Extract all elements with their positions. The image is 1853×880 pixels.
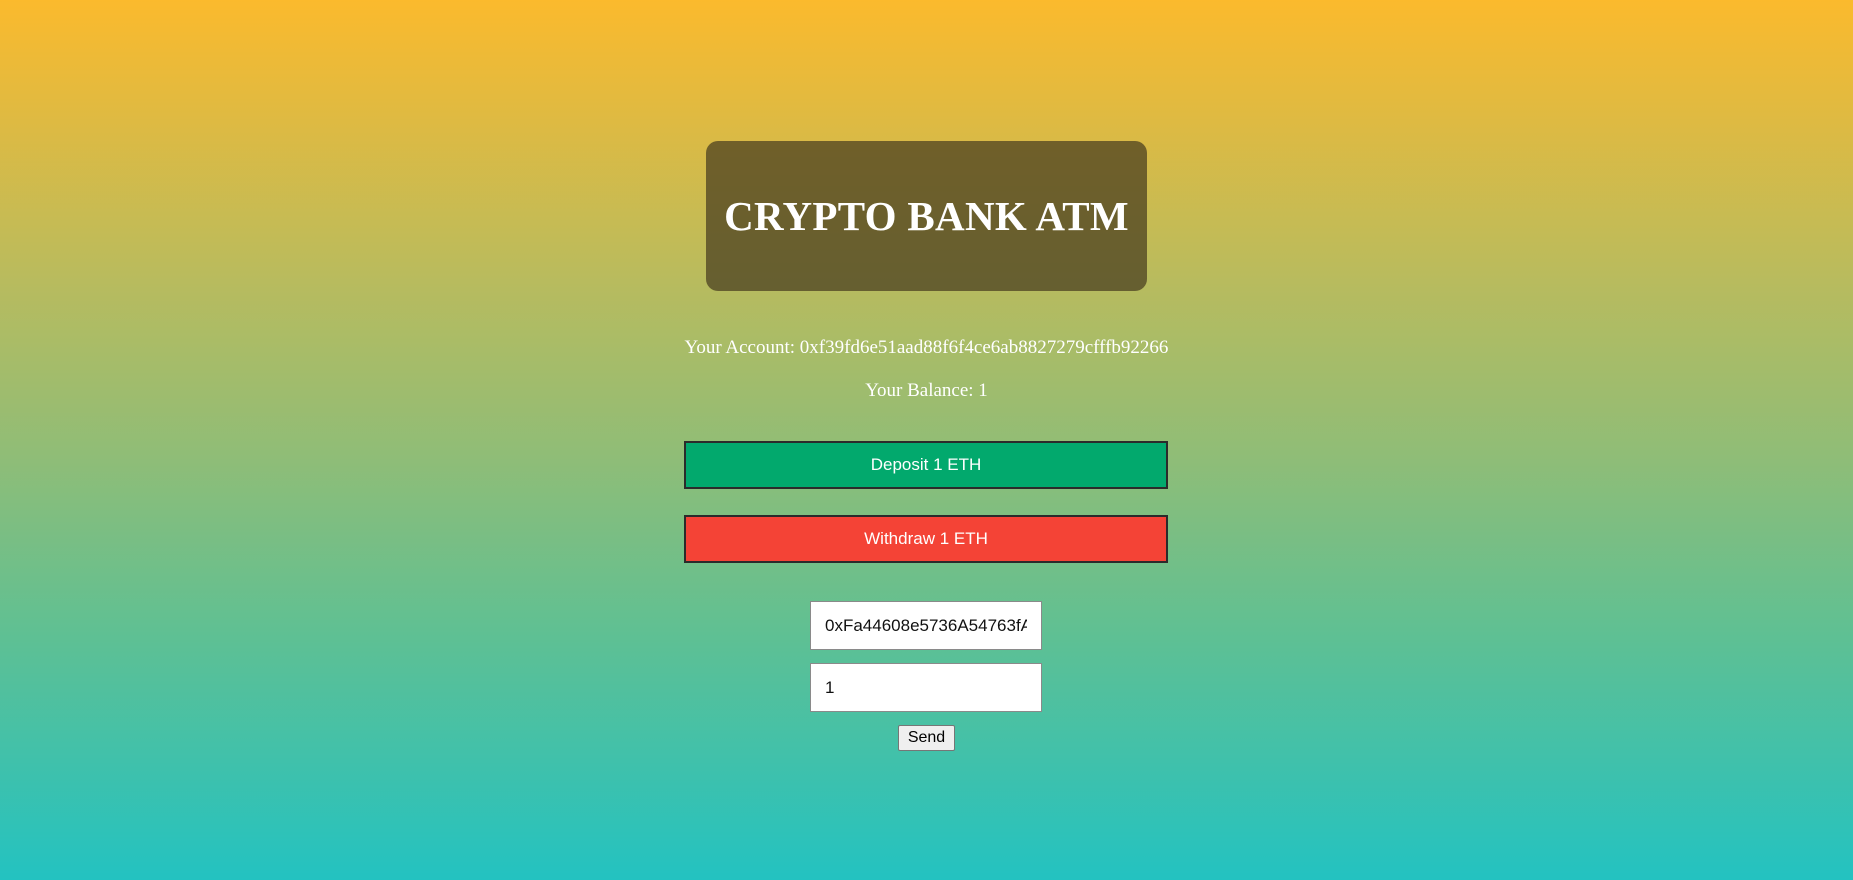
page-title: CRYPTO BANK ATM	[724, 193, 1129, 239]
withdraw-button[interactable]: Withdraw 1 ETH	[684, 515, 1168, 563]
amount-input[interactable]	[810, 663, 1042, 712]
account-address-text: Your Account: 0xf39fd6e51aad88f6f4ce6ab8…	[684, 337, 1169, 358]
deposit-button[interactable]: Deposit 1 ETH	[684, 441, 1168, 489]
balance-text: Your Balance: 1	[865, 380, 988, 401]
recipient-address-input[interactable]	[810, 601, 1042, 650]
send-button[interactable]: Send	[898, 725, 955, 751]
title-panel: CRYPTO BANK ATM	[706, 141, 1147, 291]
